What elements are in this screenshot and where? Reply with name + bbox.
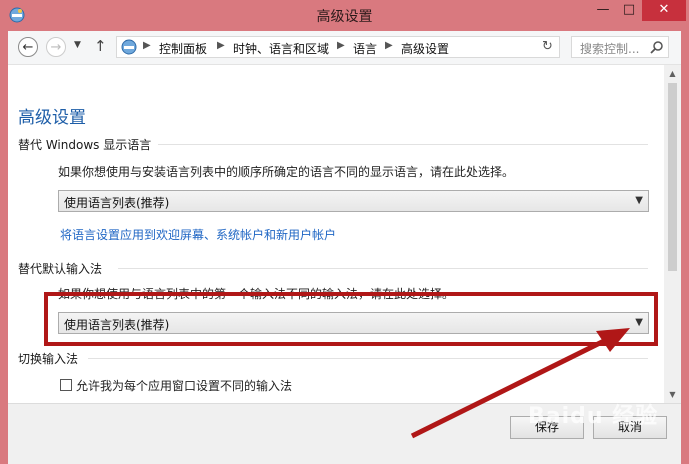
annotation-arrow: [410, 328, 630, 439]
watermark-logo: Baidu 经验: [528, 404, 659, 429]
